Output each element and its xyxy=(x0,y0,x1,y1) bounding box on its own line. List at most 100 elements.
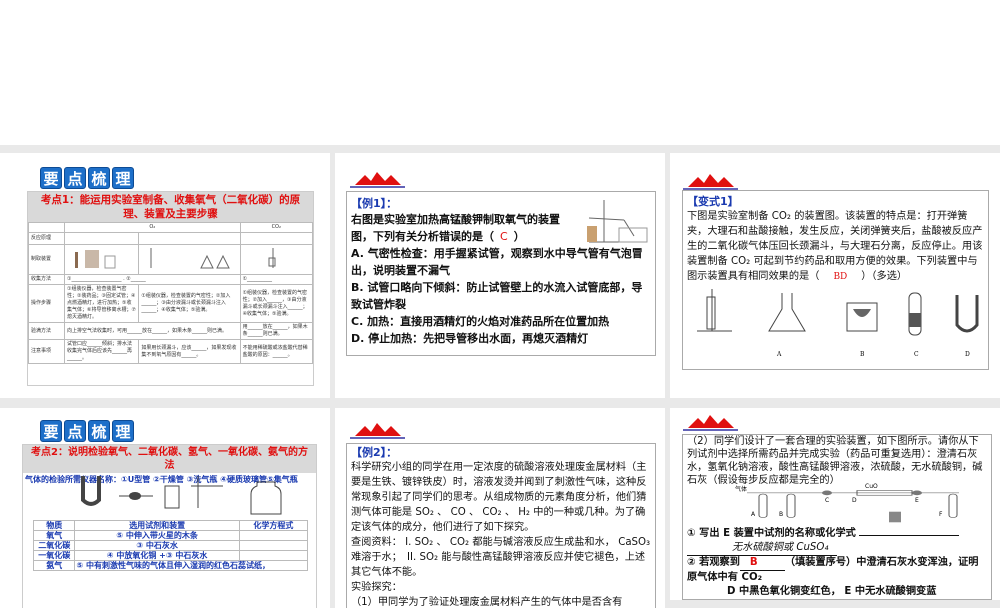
figure-label: A xyxy=(777,351,782,358)
answer: BD xyxy=(833,272,848,282)
row-label: 操作步骤 xyxy=(28,284,65,323)
logo-char: 点 xyxy=(64,420,86,442)
figure-label: 气体 xyxy=(735,486,748,493)
variant-box: 【变式1】 下图是实验室制备 CO₂ 的装置图。该装置的特点是：打开弹簧夹，大理… xyxy=(682,190,989,370)
cell: 试管口应______倾斜；排水法收集完气体后应该先______再______。 xyxy=(63,339,140,364)
paragraph: 实验探究： xyxy=(351,582,402,593)
logo-char: 点 xyxy=(64,167,86,189)
figure-label: E xyxy=(915,497,919,504)
paragraph: 科学研究小组的同学在用一定浓度的硫酸溶液处理废金属材料（主要是生铁、镀锌铁皮）时… xyxy=(351,462,647,533)
apparatus-figure xyxy=(239,244,314,275)
slide-thumbnail-3[interactable]: 【变式1】 下图是实验室制备 CO₂ 的装置图。该装置的特点是：打开弹簧夹，大理… xyxy=(670,153,1000,398)
apparatus-figure xyxy=(138,244,241,275)
row-label: 注意事项 xyxy=(28,339,65,364)
cell: ①组装仪器，检查装置的气密性；②加入______，③由分液漏斗或长颈漏斗注入__… xyxy=(239,284,314,323)
row-label: 制取装置 xyxy=(28,244,65,275)
cell: ①____________________ . xyxy=(67,276,125,282)
logo-char: 梳 xyxy=(88,420,110,442)
mountain-logo-icon xyxy=(350,423,405,439)
cell: ①组装仪器，检查装置气密性；②装药品；③固定试管；④点燃酒精灯，进行加热；⑤收集… xyxy=(63,284,140,323)
option-b: B. 试管口略向下倾斜：防止试管壁上的水流入试管底部，导致试管炸裂 xyxy=(351,281,643,311)
paragraph: 查阅资料： I. SO₂ 、 CO₂ 都能与碱溶液反应生成盐和水， CaSO₃ … xyxy=(351,537,651,578)
question-2: ② 若观察到 B （填装置序号）中澄清石灰水变浑浊，证明原气体中有 CO₂ xyxy=(687,556,979,583)
cell: ①组装仪器，检查装置的气密性；②加入______；③由分液漏斗或长颈漏斗注入__… xyxy=(138,284,241,323)
logo-char: 要 xyxy=(40,420,62,442)
mountain-logo-icon xyxy=(350,172,405,188)
slide-thumbnail-6[interactable]: （2）同学们设计了一套合理的实验装置，如下图所示。请你从下列试剂中选择所需药品并… xyxy=(670,408,1000,600)
slide-thumbnail-1[interactable]: 要点梳理 考点1：能运用实验室制备、收集氧气（二氧化碳）的原理、装置及主要步骤 … xyxy=(0,153,330,398)
figure-label: C xyxy=(914,351,919,358)
slide-header: 考点2：说明检验氧气、二氧化碳、氢气、一氧化碳、氨气的方法 xyxy=(23,445,316,473)
logo-char: 理 xyxy=(112,167,134,189)
cell: 如果用长颈漏斗，应该______，如果发现收集不到氧气原因有______。 xyxy=(138,339,241,364)
figure-label: D xyxy=(965,351,970,358)
logo-char: 梳 xyxy=(88,167,110,189)
option-c: C. 加热：直接用酒精灯的火焰对准药品所在位置加热 xyxy=(351,315,610,328)
question-text: 下图是实验室制备 CO₂ 的装置图。该装置的特点是：打开弹簧夹，大理石和盐酸接触… xyxy=(687,211,983,282)
paragraph: （1）甲同学为了验证处理废金属材料产生的气体中是否含有 xyxy=(351,597,623,608)
mountain-logo-icon xyxy=(683,415,738,431)
summary-table: O₂ CO₂ 反应原理 制取装置 收集方法 ①___________________… xyxy=(28,222,314,364)
answer-2: B xyxy=(739,556,785,571)
summary-box: 考点1：能运用实验室制备、收集氧气（二氧化碳）的原理、装置及主要步骤 O₂ CO₂… xyxy=(27,191,314,386)
col-header: 选用试剂和装置 xyxy=(74,520,240,531)
section-logo: 要点梳理 xyxy=(40,167,134,189)
cell: 二氧化碳 xyxy=(32,540,76,551)
previous-slide-area xyxy=(0,0,1000,145)
figure-label: B xyxy=(779,511,784,518)
question-1: ① 写出 E 装置中试剂的名称或化学式 xyxy=(687,527,987,541)
answer-3: D 中黑色氧化铜变红色， E 中无水硫酸铜变蓝 xyxy=(727,586,937,597)
cell: 不能用稀硫酸或浓盐酸代替稀盐酸的原因：______。 xyxy=(239,339,314,364)
figure-label: CuO xyxy=(865,483,878,490)
figure-label: D xyxy=(852,497,857,504)
figure-label: F xyxy=(939,511,943,518)
section-logo: 要点梳理 xyxy=(40,420,134,442)
question-box: （2）同学们设计了一套合理的实验装置，如下图所示。请你从下列试剂中选择所需药品并… xyxy=(682,434,992,600)
cell: 用______放在______，如果木条______则已满。 xyxy=(239,322,314,340)
cell: 氨气 xyxy=(32,560,76,571)
col-header: 化学方程式 xyxy=(238,520,309,531)
slide-thumbnail-2[interactable]: 【例1】： 右图是实验室加热高锰酸钾制取氧气的装置图，下列有关分析错误的是（ C）… xyxy=(335,153,665,398)
cell: ②______ xyxy=(126,276,146,282)
cell: ⑤ 中有刺激性气味的气体且伸入湿润的红色石蕊试纸， xyxy=(74,560,308,571)
instrument-figures xyxy=(81,476,282,515)
figure-label: C xyxy=(825,497,830,504)
variant-title: 【变式1】 xyxy=(687,195,739,208)
slide-header: 考点1：能运用实验室制备、收集氧气（二氧化碳）的原理、装置及主要步骤 xyxy=(28,192,313,222)
cell: 向上排空气法收集时，可用______放在______，如果木条______则已满… xyxy=(64,322,241,340)
cell: ⑤ 中伸入带火星的木条 xyxy=(74,530,240,541)
row-label: 反应原理 xyxy=(28,232,65,245)
gas-test-table: 物质 选用试剂和装置 化学方程式 氧气 ⑤ 中伸入带火星的木条 二氧化碳 ③ 中石灰水 … xyxy=(32,520,309,571)
apparatus-figure xyxy=(587,200,648,243)
answer: C xyxy=(500,230,508,243)
example-box: 【例2】： 科学研究小组的同学在用一定浓度的硫酸溶液处理废金属材料（主要是生铁、… xyxy=(346,443,656,608)
cell: ①__________ xyxy=(239,274,314,285)
slide-thumbnail-4[interactable]: 要点梳理 考点2：说明检验氧气、二氧化碳、氢气、一氧化碳、氨气的方法 气体的检验… xyxy=(0,408,330,608)
mountain-logo-icon xyxy=(683,174,738,190)
figure-label: B xyxy=(860,351,865,358)
question-text: 右图是实验室加热高锰酸钾制取氧气的装置图，下列有关分析错误的是（ C） xyxy=(351,213,560,243)
example-title: 【例2】： xyxy=(351,446,398,459)
summary-box: 考点2：说明检验氧气、二氧化碳、氢气、一氧化碳、氨气的方法 气体的检验所需仪器名… xyxy=(22,444,317,608)
logo-char: 理 xyxy=(112,420,134,442)
apparatus-figures xyxy=(697,289,979,336)
logo-char: 要 xyxy=(40,167,62,189)
figure-label: A xyxy=(751,511,756,518)
option-d: D. 停止加热：先把导管移出水面，再熄灭酒精灯 xyxy=(351,332,589,345)
cell: 氧气 xyxy=(32,530,76,541)
question-intro: （2）同学们设计了一套合理的实验装置，如下图所示。请你从下列试剂中选择所需药品并… xyxy=(687,436,983,486)
cell: ③ 中石灰水 xyxy=(74,540,240,551)
apparatus-figure xyxy=(63,244,140,275)
slide-thumbnail-5[interactable]: 【例2】： 科学研究小组的同学在用一定浓度的硫酸溶液处理废金属材料（主要是生铁、… xyxy=(335,408,665,608)
cell: 一氧化碳 xyxy=(32,550,76,561)
row-label: 收集方法 xyxy=(28,274,65,285)
row-label: 验满方法 xyxy=(28,322,65,340)
option-a: A. 气密性检查：用手握紧试管，观察到水中导气管有气泡冒出，说明装置不漏气 xyxy=(351,247,643,277)
col-header: CO₂ xyxy=(239,222,314,233)
answer-1: 无水硫酸铜或 CuSO₄ xyxy=(687,541,837,556)
example-box: 【例1】： 右图是实验室加热高锰酸钾制取氧气的装置图，下列有关分析错误的是（ C）… xyxy=(346,191,656,356)
col-header: 物质 xyxy=(32,520,76,531)
apparatus-figure: 气体 A B C D E F CuO xyxy=(687,483,987,527)
col-header: O₂ xyxy=(64,222,241,233)
cell: ④ 中放氧化铜 +③ 中石灰水 xyxy=(74,550,240,561)
